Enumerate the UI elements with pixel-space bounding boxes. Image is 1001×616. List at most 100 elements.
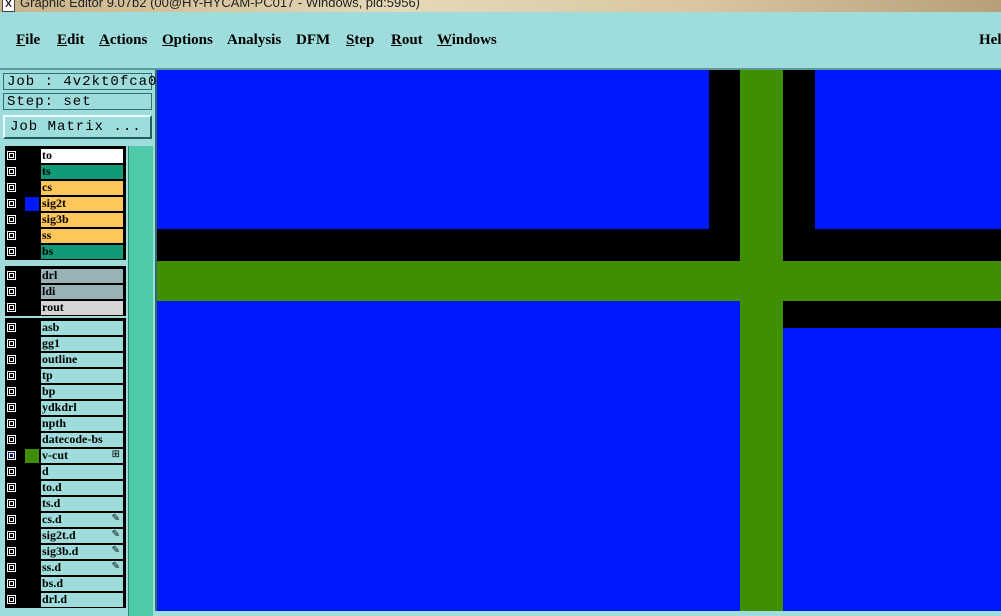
layer-display-swatch[interactable] xyxy=(25,165,39,179)
layer-name-label[interactable]: tp xyxy=(41,369,123,383)
layer-row-gg1[interactable]: gg1 xyxy=(5,336,126,352)
layer-affected-checkbox[interactable] xyxy=(7,183,16,192)
layer-row-to.d[interactable]: to.d xyxy=(5,480,126,496)
layer-row-cs.d[interactable]: cs.d ✎ xyxy=(5,512,126,528)
canvas-drawing[interactable] xyxy=(157,70,1001,611)
layer-name-label[interactable]: sig3b xyxy=(41,213,123,227)
layer-name-label[interactable]: ts xyxy=(41,165,123,179)
layer-display-swatch[interactable] xyxy=(25,213,39,227)
layer-row-to[interactable]: to xyxy=(5,148,126,164)
layer-row-ydkdrl[interactable]: ydkdrl xyxy=(5,400,126,416)
layer-row-datecode-bs[interactable]: datecode-bs xyxy=(5,432,126,448)
layer-affected-checkbox[interactable] xyxy=(7,387,16,396)
layer-row-ldi[interactable]: ldi xyxy=(5,284,126,300)
layer-affected-checkbox[interactable] xyxy=(7,403,16,412)
layer-display-swatch[interactable] xyxy=(25,497,39,511)
layer-display-swatch[interactable] xyxy=(25,513,39,527)
layer-affected-checkbox[interactable] xyxy=(7,579,16,588)
layer-name-label[interactable]: rout xyxy=(41,301,123,315)
layer-name-label[interactable]: to xyxy=(41,149,123,163)
menu-edit[interactable]: Edit xyxy=(57,32,85,49)
graphic-canvas[interactable] xyxy=(157,70,1001,611)
layer-name-label[interactable]: npth xyxy=(41,417,123,431)
layer-row-bs[interactable]: bs xyxy=(5,244,126,260)
layer-row-npth[interactable]: npth xyxy=(5,416,126,432)
layer-name-label[interactable]: gg1 xyxy=(41,337,123,351)
layer-row-drl[interactable]: drl xyxy=(5,268,126,284)
layer-affected-checkbox[interactable] xyxy=(7,499,16,508)
layer-row-sig3b[interactable]: sig3b xyxy=(5,212,126,228)
layer-affected-checkbox[interactable] xyxy=(7,271,16,280)
layer-row-bs.d[interactable]: bs.d xyxy=(5,576,126,592)
layer-display-swatch[interactable] xyxy=(25,449,39,463)
layer-name-label[interactable]: datecode-bs xyxy=(41,433,123,447)
layer-affected-checkbox[interactable] xyxy=(7,215,16,224)
layer-display-swatch[interactable] xyxy=(25,481,39,495)
layer-name-label[interactable]: ldi xyxy=(41,285,123,299)
layer-affected-checkbox[interactable] xyxy=(7,151,16,160)
layer-display-swatch[interactable] xyxy=(25,465,39,479)
layer-name-label[interactable]: drl.d xyxy=(41,593,123,607)
layer-display-swatch[interactable] xyxy=(25,529,39,543)
layer-display-swatch[interactable] xyxy=(25,149,39,163)
layer-row-ss.d[interactable]: ss.d ✎ xyxy=(5,560,126,576)
layer-affected-checkbox[interactable] xyxy=(7,287,16,296)
layer-display-swatch[interactable] xyxy=(25,353,39,367)
layer-name-label[interactable]: sig2t xyxy=(41,197,123,211)
layer-affected-checkbox[interactable] xyxy=(7,339,16,348)
layer-display-swatch[interactable] xyxy=(25,245,39,259)
layer-affected-checkbox[interactable] xyxy=(7,483,16,492)
layer-name-label[interactable]: ydkdrl xyxy=(41,401,123,415)
layer-name-label[interactable]: d xyxy=(41,465,123,479)
layer-display-swatch[interactable] xyxy=(25,545,39,559)
menu-hel[interactable]: Hel xyxy=(979,32,1001,49)
layer-affected-checkbox[interactable] xyxy=(7,355,16,364)
layer-display-swatch[interactable] xyxy=(25,337,39,351)
layer-display-swatch[interactable] xyxy=(25,301,39,315)
layer-affected-checkbox[interactable] xyxy=(7,199,16,208)
layer-row-asb[interactable]: asb xyxy=(5,320,126,336)
job-matrix-button[interactable]: Job Matrix ... xyxy=(3,115,152,139)
layer-name-label[interactable]: cs.d ✎ xyxy=(41,513,123,527)
layer-name-label[interactable]: cs xyxy=(41,181,123,195)
layer-row-rout[interactable]: rout xyxy=(5,300,126,316)
layer-row-sig3b.d[interactable]: sig3b.d ✎ xyxy=(5,544,126,560)
layer-list-scrollbar[interactable] xyxy=(128,146,153,616)
layer-name-label[interactable]: ss.d ✎ xyxy=(41,561,123,575)
layer-display-swatch[interactable] xyxy=(25,417,39,431)
layer-affected-checkbox[interactable] xyxy=(7,547,16,556)
layer-display-swatch[interactable] xyxy=(25,269,39,283)
menu-options[interactable]: Options xyxy=(162,32,213,49)
layer-display-swatch[interactable] xyxy=(25,593,39,607)
layer-affected-checkbox[interactable] xyxy=(7,435,16,444)
layer-name-label[interactable]: asb xyxy=(41,321,123,335)
layer-row-v-cut[interactable]: v-cut ⊞ xyxy=(5,448,126,464)
layer-display-swatch[interactable] xyxy=(25,229,39,243)
layer-affected-checkbox[interactable] xyxy=(7,323,16,332)
layer-row-drl.d[interactable]: drl.d xyxy=(5,592,126,608)
menu-actions[interactable]: Actions xyxy=(99,32,147,49)
layer-name-label[interactable]: sig2t.d ✎ xyxy=(41,529,123,543)
layer-name-label[interactable]: bp xyxy=(41,385,123,399)
layer-row-d[interactable]: d xyxy=(5,464,126,480)
layer-row-ss[interactable]: ss xyxy=(5,228,126,244)
menu-analysis[interactable]: Analysis xyxy=(227,32,281,49)
layer-display-swatch[interactable] xyxy=(25,401,39,415)
layer-name-label[interactable]: ss xyxy=(41,229,123,243)
layer-affected-checkbox[interactable] xyxy=(7,419,16,428)
layer-row-sig2t[interactable]: sig2t xyxy=(5,196,126,212)
layer-display-swatch[interactable] xyxy=(25,181,39,195)
layer-affected-checkbox[interactable] xyxy=(7,451,16,460)
layer-row-sig2t.d[interactable]: sig2t.d ✎ xyxy=(5,528,126,544)
layer-display-swatch[interactable] xyxy=(25,385,39,399)
layer-affected-checkbox[interactable] xyxy=(7,231,16,240)
layer-display-swatch[interactable] xyxy=(25,369,39,383)
layer-affected-checkbox[interactable] xyxy=(7,371,16,380)
layer-affected-checkbox[interactable] xyxy=(7,247,16,256)
layer-display-swatch[interactable] xyxy=(25,321,39,335)
layer-affected-checkbox[interactable] xyxy=(7,531,16,540)
layer-row-ts[interactable]: ts xyxy=(5,164,126,180)
layer-affected-checkbox[interactable] xyxy=(7,467,16,476)
layer-affected-checkbox[interactable] xyxy=(7,515,16,524)
layer-row-outline[interactable]: outline xyxy=(5,352,126,368)
